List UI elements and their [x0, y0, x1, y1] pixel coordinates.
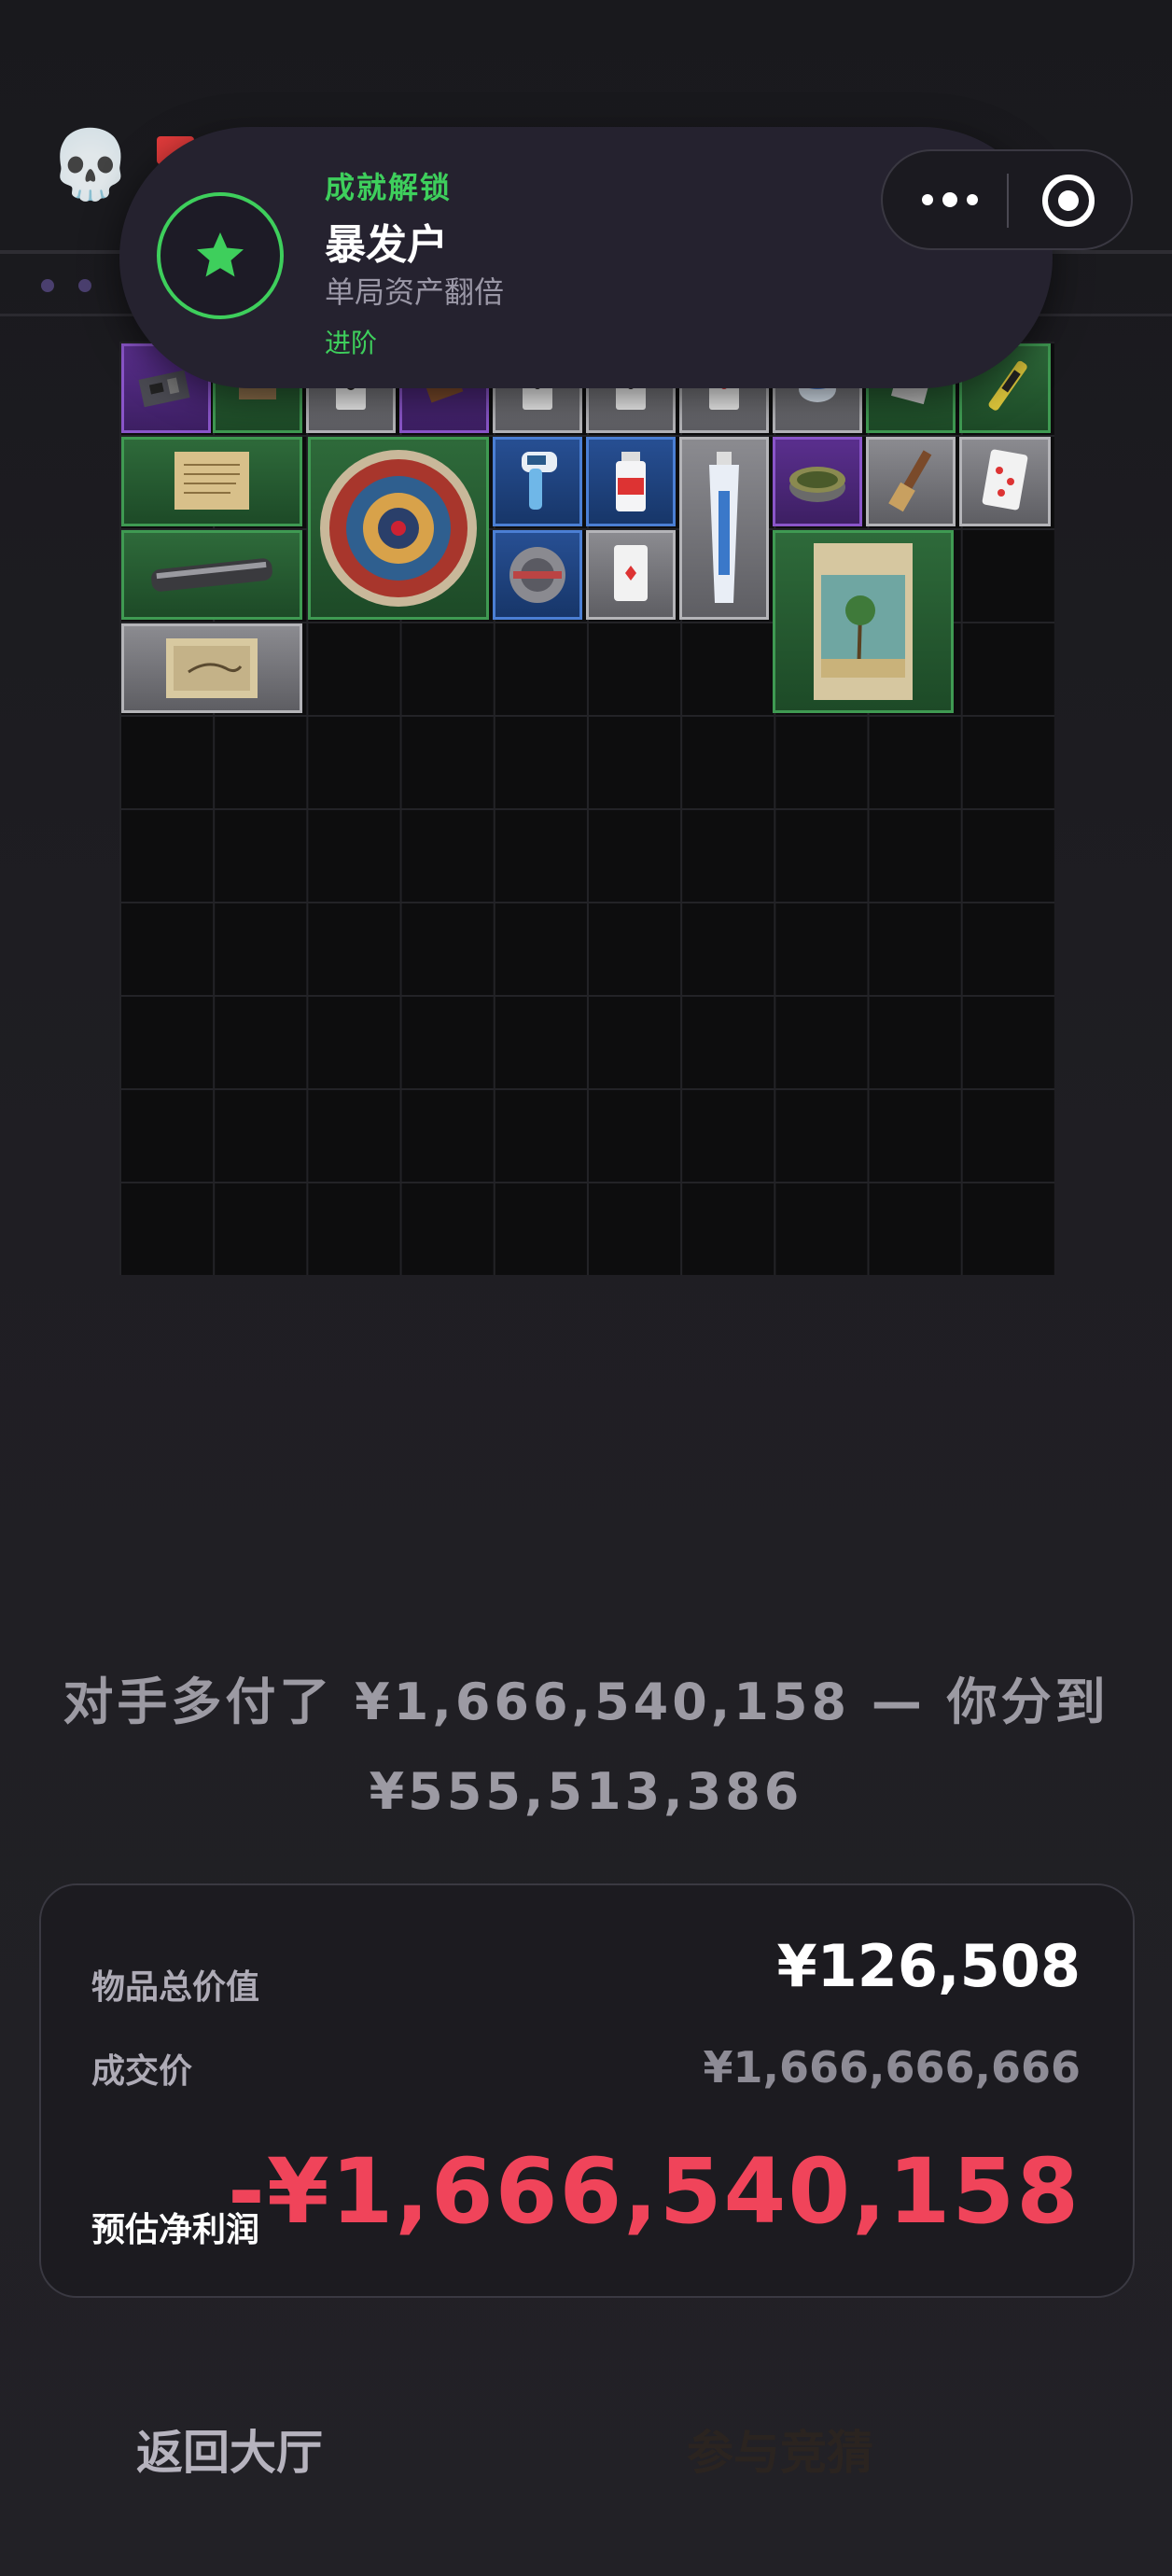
item-toothpaste[interactable] — [679, 437, 769, 620]
star-icon — [157, 192, 284, 319]
total-value: ¥126,508 — [776, 1932, 1081, 2000]
secondary-action-button[interactable]: 参与竞猜 — [687, 2415, 873, 2483]
item-ornate-plate[interactable] — [308, 437, 489, 620]
toast-tier: 进阶 — [325, 328, 378, 358]
mini-program-capsule — [881, 149, 1133, 250]
item-tin-can[interactable] — [773, 437, 862, 526]
item-postcard[interactable] — [773, 530, 954, 713]
item-treasure-map[interactable] — [121, 623, 302, 713]
deal-price-value: ¥1,666,666,666 — [703, 2042, 1081, 2093]
result-message-line1: 对手多付了 ¥1,666,540,158 — 你分到 — [63, 1673, 1109, 1731]
net-profit-value: -¥1,666,540,158 — [227, 2139, 1081, 2244]
item-old-letter[interactable] — [121, 437, 302, 526]
toast-kicker: 成就解锁 — [325, 170, 453, 205]
item-card-diamond[interactable] — [586, 530, 676, 620]
capsule-divider — [1007, 174, 1009, 228]
item-glass-tube[interactable] — [121, 530, 302, 620]
toast-title: 暴发户 — [325, 221, 448, 269]
inventory-grid — [119, 342, 1054, 1275]
deal-price-label: 成交价 — [91, 2052, 193, 2091]
item-gyroscope[interactable] — [493, 530, 582, 620]
page-indicator — [41, 278, 116, 296]
item-medicine-bottle[interactable] — [586, 437, 676, 526]
back-to-lobby-button[interactable]: 返回大厅 — [136, 2415, 323, 2483]
item-thermometer[interactable] — [493, 437, 582, 526]
item-card-hearts[interactable] — [959, 437, 1051, 526]
item-paintbrush[interactable] — [866, 437, 956, 526]
more-dots-icon[interactable] — [903, 170, 997, 230]
total-value-label: 物品总价值 — [91, 1968, 260, 2007]
skull-icon: 💀 — [49, 125, 133, 203]
summary-card: 物品总价值 ¥126,508 成交价 ¥1,666,666,666 预估净利润 … — [39, 1883, 1135, 2298]
toast-description: 单局资产翻倍 — [325, 274, 505, 310]
result-message: 对手多付了 ¥1,666,540,158 — 你分到 ¥555,513,386 — [56, 1658, 1116, 1837]
target-close-icon[interactable] — [1039, 172, 1097, 230]
result-message-line2: ¥555,513,386 — [369, 1762, 803, 1821]
